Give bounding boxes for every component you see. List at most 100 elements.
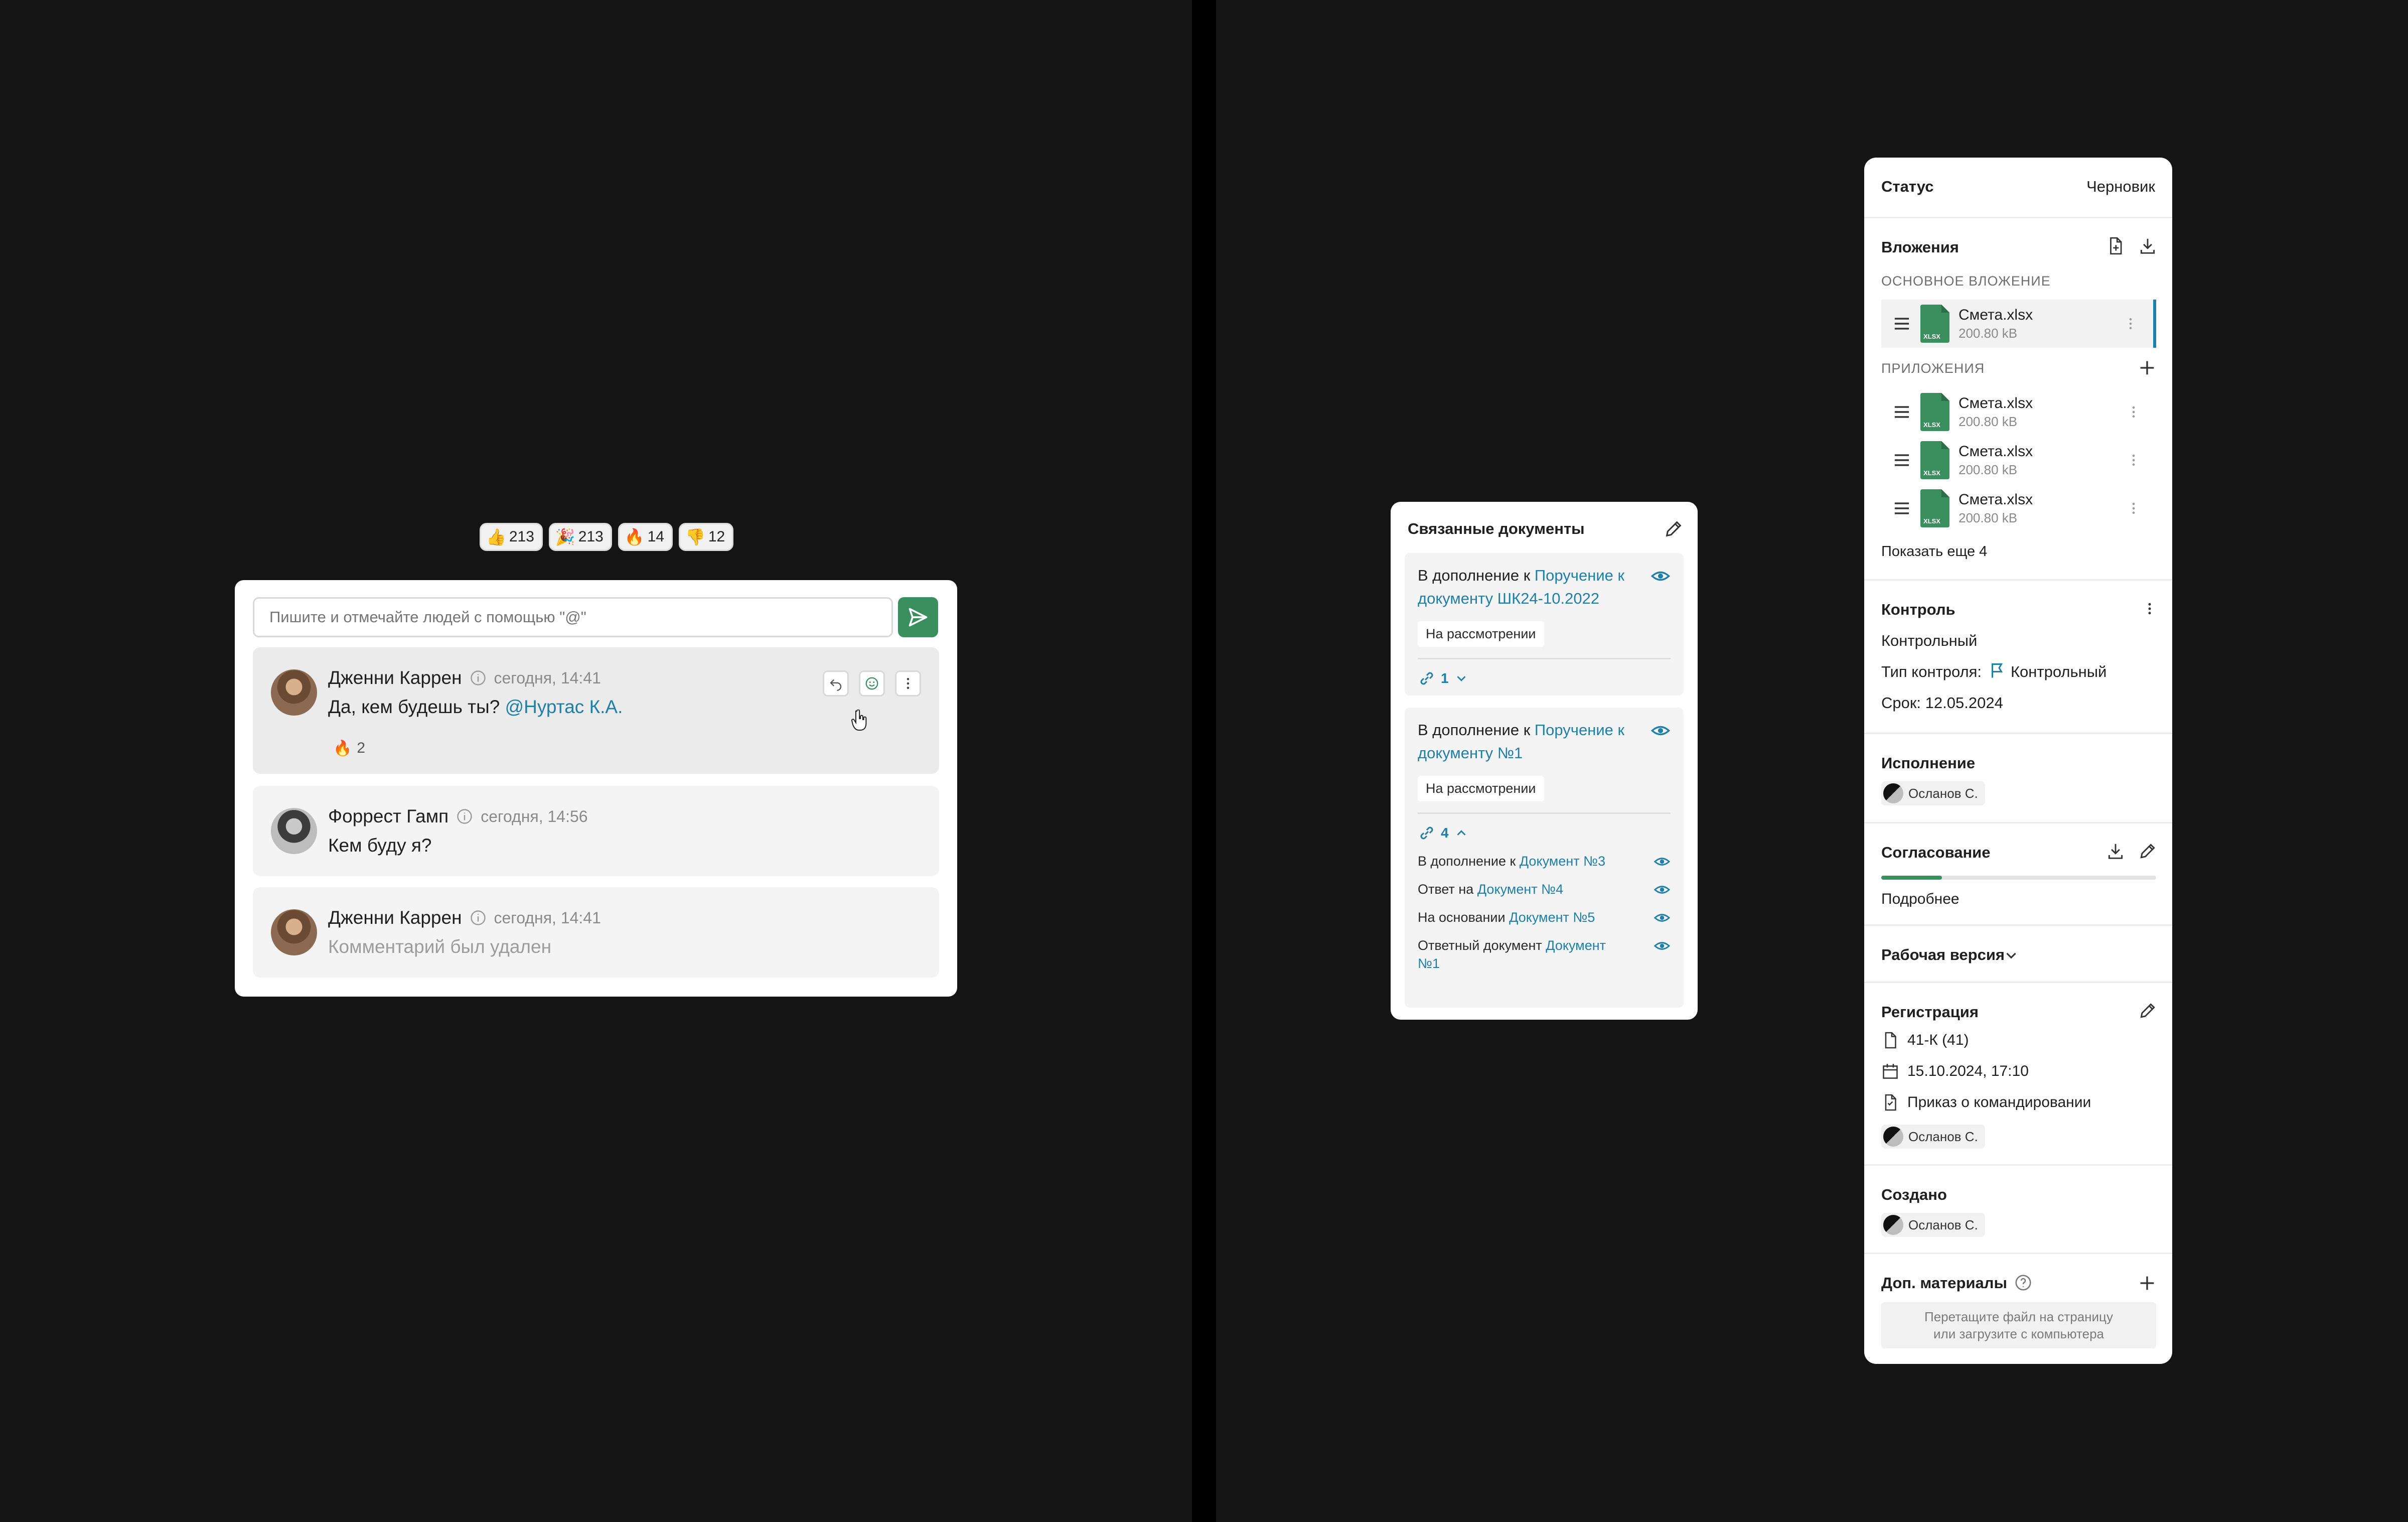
created-title: Создано (1881, 1186, 1947, 1203)
more-button[interactable] (895, 670, 921, 697)
control-type-value[interactable]: Контрольный (2011, 663, 2106, 681)
attachment-row[interactable]: XLSX Смета.xlsx 200.80 kB (1881, 388, 2156, 436)
attachments-title: Вложения (1881, 238, 1959, 256)
document-type-icon (1885, 1094, 1896, 1111)
status-value: Черновик (2086, 178, 2155, 195)
drag-handle-icon[interactable] (1893, 502, 1910, 515)
file-ext-label: XLSX (1923, 517, 1940, 525)
more-vertical-icon[interactable] (2126, 451, 2141, 469)
sub-doc-link[interactable]: Документ №5 (1509, 910, 1595, 925)
reaction-chip-thumbs-up[interactable]: 👍 213 (480, 523, 543, 551)
links-count: 4 (1441, 825, 1449, 841)
attachments-section: Вложения ОСНОВНОЕ ВЛОЖЕНИЕ XLSX Смета.xl… (1864, 217, 2172, 579)
reaction-chip-thumbs-down[interactable]: 👎 12 (679, 523, 734, 551)
add-reaction-button[interactable] (859, 670, 885, 697)
more-vertical-icon[interactable] (2123, 315, 2138, 333)
download-icon[interactable] (2106, 842, 2125, 861)
download-icon[interactable] (2138, 236, 2157, 255)
eye-icon[interactable] (1653, 881, 1671, 898)
reaction-chip-party[interactable]: 🎉 213 (548, 523, 612, 551)
info-icon[interactable] (469, 909, 487, 927)
sub-doc-link[interactable]: Документ №4 (1477, 882, 1563, 897)
relation-type: В дополнение к (1418, 567, 1531, 584)
plus-icon[interactable] (2137, 1273, 2157, 1293)
reaction-count: 12 (708, 528, 725, 545)
file-name: Смета.xlsx (1959, 394, 2033, 411)
edit-icon[interactable] (2138, 1001, 2157, 1020)
smile-icon (865, 677, 878, 690)
add-file-icon[interactable] (2106, 236, 2125, 255)
divider (1418, 658, 1671, 659)
attachment-row[interactable]: XLSX Смета.xlsx 200.80 kB (1881, 484, 2156, 532)
eye-icon[interactable] (1650, 566, 1671, 586)
reaction-chip-fire[interactable]: 🔥 14 (618, 523, 673, 551)
appendices-caption: ПРИЛОЖЕНИЯ (1881, 361, 1985, 376)
approval-progress-bar (1881, 876, 2156, 880)
mention-link[interactable]: @Нуртас К.А. (505, 697, 623, 717)
control-type-label: Тип контроля: (1881, 663, 1982, 680)
status-badge: На рассмотрении (1418, 776, 1544, 801)
file-size: 200.80 kB (1959, 413, 2018, 429)
comment-text: Кем буду я? (328, 835, 432, 856)
help-icon[interactable] (2014, 1273, 2033, 1292)
sub-link-row: Ответный документ Документ №1 (1418, 936, 1671, 973)
comment-body: Да, кем будешь ты? (328, 697, 500, 717)
approval-progress-fill (1881, 876, 1942, 880)
eye-icon[interactable] (1650, 721, 1671, 741)
eye-icon[interactable] (1653, 853, 1671, 870)
show-more-link[interactable]: Показать еще 4 (1881, 543, 1987, 560)
chevron-down-icon[interactable] (2003, 947, 2020, 964)
comment-input[interactable] (253, 597, 893, 637)
more-vertical-icon[interactable] (2126, 403, 2141, 421)
links-toggle[interactable]: 4 (1418, 824, 1671, 842)
comment-reaction[interactable]: 🔥 2 (328, 736, 370, 761)
comment-time: сегодня, 14:56 (481, 807, 588, 825)
info-icon[interactable] (469, 669, 487, 687)
approval-details-link[interactable]: Подробнее (1881, 891, 1960, 908)
info-icon[interactable] (456, 807, 474, 825)
control-deadline: Срок: 12.05.2024 (1881, 694, 2003, 712)
related-documents-panel: Связанные документы В дополнение к Поруч… (1391, 502, 1698, 1020)
eye-icon[interactable] (1653, 909, 1671, 926)
user-chip[interactable]: Осланов С. (1881, 1125, 1985, 1149)
attachment-row[interactable]: XLSX Смета.xlsx 200.80 kB (1881, 436, 2156, 484)
links-toggle[interactable]: 1 (1418, 669, 1671, 687)
link-icon (1420, 672, 1433, 685)
user-chip[interactable]: Осланов С. (1881, 781, 1985, 805)
reply-icon (830, 679, 842, 691)
reaction-count: 14 (647, 528, 665, 545)
send-button[interactable] (898, 597, 938, 637)
links-count: 1 (1441, 670, 1449, 686)
drag-handle-icon[interactable] (1893, 405, 1910, 419)
file-name: Смета.xlsx (1959, 443, 2033, 460)
edit-icon[interactable] (1664, 519, 1684, 539)
file-drop-zone[interactable]: Перетащите файл на страницу или загрузит… (1881, 1302, 2156, 1348)
avatar (1883, 783, 1903, 803)
fire-icon: 🔥 (333, 740, 352, 757)
attachment-row[interactable]: XLSX Смета.xlsx 200.80 kB (1881, 300, 2156, 348)
reply-button[interactable] (823, 670, 849, 697)
edit-icon[interactable] (2138, 842, 2157, 861)
plus-icon[interactable] (2137, 358, 2157, 378)
comment-time: сегодня, 14:41 (494, 668, 601, 687)
registration-section: Регистрация 41-К (41) 15.10.2024, 17:10 … (1864, 982, 2172, 1164)
version-title[interactable]: Рабочая версия (1881, 946, 2005, 964)
more-vertical-icon[interactable] (2142, 600, 2157, 618)
eye-icon[interactable] (1653, 937, 1671, 954)
execution-title: Исполнение (1881, 754, 1976, 772)
status-label: Статус (1881, 178, 1934, 195)
registration-number-row: 41-К (41) (1881, 1031, 1969, 1049)
user-chip[interactable]: Осланов С. (1881, 1213, 1985, 1237)
more-vertical-icon[interactable] (2126, 499, 2141, 517)
sub-doc-link[interactable]: Документ №3 (1520, 854, 1605, 869)
drag-handle-icon[interactable] (1893, 317, 1910, 330)
file-ext-label: XLSX (1923, 421, 1940, 429)
party-icon: 🎉 (555, 528, 575, 546)
relation-type: В дополнение к (1418, 721, 1531, 739)
thumbs-down-icon: 👎 (685, 528, 705, 546)
reaction-count: 213 (509, 528, 534, 545)
file-size: 200.80 kB (1959, 462, 2018, 477)
registration-date-row: 15.10.2024, 17:10 (1881, 1062, 2029, 1080)
drag-handle-icon[interactable] (1893, 454, 1910, 467)
user-name: Осланов С. (1908, 785, 1978, 801)
